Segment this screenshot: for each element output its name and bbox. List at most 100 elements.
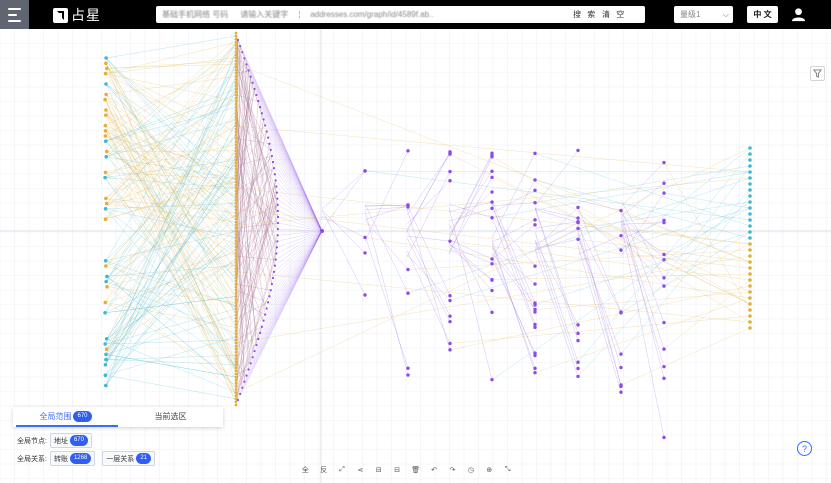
graph-node[interactable]	[264, 124, 267, 127]
graph-node[interactable]	[265, 130, 268, 133]
tab-global-scope[interactable]: 全局范围 670	[13, 407, 118, 427]
graph-node[interactable]	[576, 220, 580, 225]
graph-node[interactable]	[234, 248, 238, 252]
graph-node[interactable]	[234, 34, 238, 38]
graph-node[interactable]	[234, 109, 238, 112]
graph-node[interactable]	[234, 239, 238, 243]
graph-node[interactable]	[748, 164, 752, 168]
graph-node[interactable]	[276, 203, 279, 206]
graph-node[interactable]	[104, 357, 108, 362]
graph-node[interactable]	[234, 115, 238, 119]
graph-node[interactable]	[576, 148, 580, 153]
graph-node[interactable]	[257, 337, 260, 341]
graph-node[interactable]	[234, 372, 238, 376]
help-icon[interactable]: ?	[797, 441, 812, 456]
graph-node[interactable]	[748, 320, 752, 324]
graph-node[interactable]	[234, 90, 238, 94]
graph-node[interactable]	[748, 278, 752, 282]
graph-node[interactable]	[104, 108, 108, 112]
graph-node[interactable]	[234, 282, 238, 286]
graph-node[interactable]	[234, 102, 238, 106]
graph-node[interactable]	[234, 50, 238, 53]
graph-node[interactable]	[363, 235, 367, 240]
graph-node[interactable]	[234, 137, 238, 140]
graph-node[interactable]	[234, 171, 238, 174]
graph-node[interactable]	[576, 205, 580, 210]
graph-node[interactable]	[533, 178, 537, 182]
graph-node[interactable]	[104, 66, 109, 71]
graph-node[interactable]	[104, 352, 108, 357]
search-button[interactable]: 搜 索	[573, 6, 597, 23]
graph-node[interactable]	[267, 136, 270, 139]
graph-node[interactable]	[448, 179, 452, 183]
graph-node[interactable]	[234, 230, 238, 233]
graph-node[interactable]	[234, 254, 238, 258]
graph-node[interactable]	[262, 319, 265, 322]
graph-node[interactable]	[103, 139, 108, 143]
graph-node[interactable]	[234, 121, 238, 125]
graph-node[interactable]	[406, 149, 410, 153]
graph-node[interactable]	[234, 118, 238, 122]
graph-node[interactable]	[234, 177, 238, 181]
graph-node[interactable]	[490, 277, 494, 282]
graph-node[interactable]	[234, 174, 238, 178]
graph-node[interactable]	[234, 112, 238, 115]
graph-node[interactable]	[490, 190, 494, 194]
graph-node[interactable]	[260, 112, 263, 115]
graph-node[interactable]	[104, 149, 109, 154]
graph-node[interactable]	[748, 188, 752, 192]
graph-node[interactable]	[234, 375, 238, 379]
graph-node[interactable]	[234, 350, 238, 354]
graph-node[interactable]	[234, 124, 238, 128]
graph-node[interactable]	[576, 216, 580, 220]
graph-node[interactable]	[490, 310, 494, 315]
graph-node[interactable]	[234, 152, 238, 156]
tab-current-selection[interactable]: 当前选区	[118, 407, 223, 427]
graph-node[interactable]	[234, 223, 238, 227]
graph-node[interactable]	[662, 252, 666, 257]
graph-node[interactable]	[234, 245, 238, 249]
graph-node[interactable]	[748, 224, 752, 228]
graph-node[interactable]	[234, 130, 238, 134]
graph-node[interactable]	[748, 242, 752, 246]
graph-node[interactable]	[234, 127, 238, 131]
graph-node[interactable]	[533, 200, 537, 205]
graph-node[interactable]	[363, 169, 367, 173]
graph-node[interactable]	[662, 276, 666, 280]
graph-node[interactable]	[234, 307, 238, 311]
graph-node[interactable]	[255, 343, 258, 347]
graph-node[interactable]	[103, 264, 108, 268]
graph-node[interactable]	[234, 205, 238, 209]
graph-node[interactable]	[748, 182, 752, 186]
graph-node[interactable]	[662, 257, 666, 262]
graph-node[interactable]	[490, 257, 494, 261]
graph-node[interactable]	[234, 161, 238, 165]
graph-node[interactable]	[320, 229, 324, 233]
graph-node[interactable]	[490, 155, 494, 159]
graph-node[interactable]	[748, 272, 752, 276]
fullscreen-icon[interactable]: ⤡	[501, 466, 515, 474]
graph-node[interactable]	[234, 183, 238, 187]
graph-node[interactable]	[275, 246, 278, 249]
graph-node[interactable]	[234, 403, 238, 407]
graph-node[interactable]	[619, 233, 623, 238]
graph-node[interactable]	[448, 152, 452, 156]
graph-node[interactable]	[490, 175, 494, 180]
graph-node[interactable]	[104, 383, 108, 388]
graph-node[interactable]	[234, 310, 238, 314]
graph-node[interactable]	[247, 368, 250, 371]
redo-icon[interactable]: ↷	[445, 466, 459, 474]
graph-node[interactable]	[448, 169, 452, 174]
graph-node[interactable]	[273, 173, 276, 176]
graph-node[interactable]	[234, 394, 238, 398]
graph-node[interactable]	[533, 325, 537, 330]
graph-node[interactable]	[490, 169, 494, 173]
graph-node[interactable]	[234, 192, 238, 196]
graph-node[interactable]	[234, 288, 238, 292]
graph-node[interactable]	[104, 56, 108, 60]
graph-node[interactable]	[662, 181, 666, 185]
graph-node[interactable]	[259, 106, 262, 109]
clear-button[interactable]: 清 空	[602, 6, 626, 23]
graph-node[interactable]	[234, 329, 238, 332]
graph-node[interactable]	[234, 332, 238, 336]
